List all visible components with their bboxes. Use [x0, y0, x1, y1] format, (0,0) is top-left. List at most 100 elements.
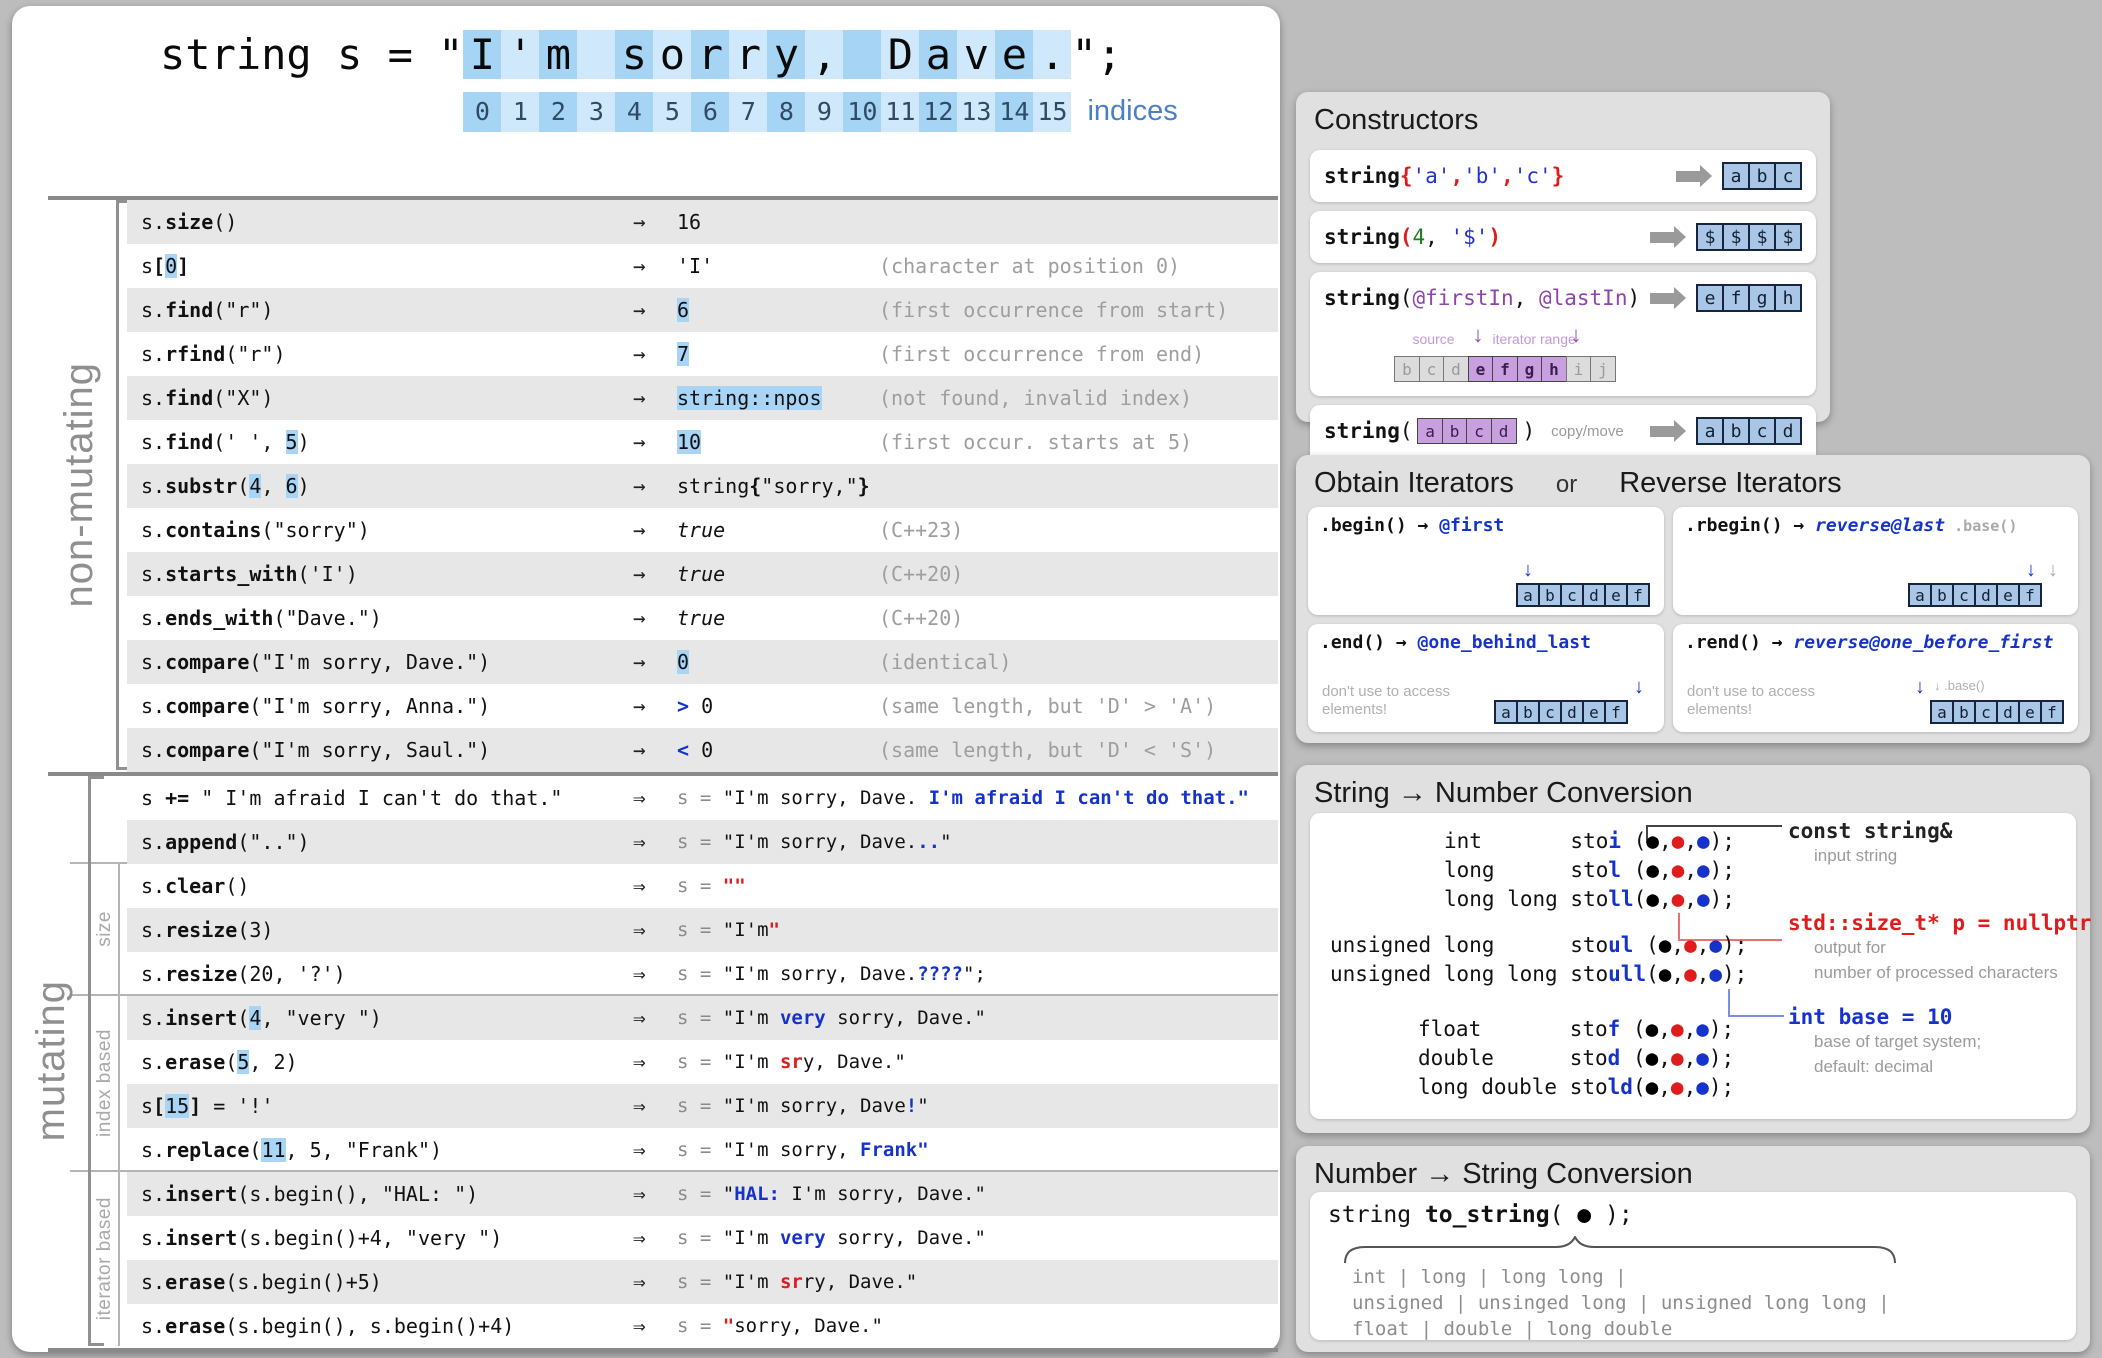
string-char: y	[767, 30, 805, 79]
index-cell: 14	[995, 92, 1033, 132]
returns-arrow-icon: →	[633, 606, 677, 630]
result-value: s = "sorry, Dave."	[677, 1315, 883, 1337]
result-value: s = "HAL: I'm sorry, Dave."	[677, 1183, 986, 1205]
table-row: s.insert(s.begin()+4, "very ")⇒s = "I'm …	[127, 1216, 1278, 1260]
code-token: I'm sorry, Dave."	[791, 1183, 985, 1205]
result-value: true	[677, 562, 879, 586]
outside-range-cell: j	[1590, 356, 1616, 382]
returns-arrow-icon: →	[633, 386, 677, 410]
code-token: ●	[1696, 1046, 1709, 1070]
array-cell: c	[1952, 583, 1976, 607]
constructor-row: string(4, '$') $$$$	[1310, 211, 1816, 263]
code-token: 10	[677, 430, 701, 454]
code-token: (3)	[237, 918, 273, 942]
conversion-function-line: long long stoll(●,●,●);	[1444, 885, 1735, 914]
table-row: s.find("r")→6(first occurrence from star…	[127, 288, 1278, 332]
code-token: →	[1783, 515, 1816, 536]
code-token: (	[237, 474, 249, 498]
code-token: →	[1761, 632, 1794, 653]
code-token: "I'm sorry,	[723, 1139, 860, 1161]
result-value: true	[677, 606, 879, 630]
code-token: substr	[165, 474, 237, 498]
spacing	[1621, 829, 1634, 853]
result-array-cells: $$$$	[1696, 223, 1802, 251]
expression-code: s.find("r")	[141, 298, 633, 322]
returns-arrow-icon: →	[633, 738, 677, 762]
becomes-arrow-icon: ⇒	[633, 1182, 677, 1206]
expression-code: s.resize(20, '?')	[141, 962, 633, 986]
pointer-arrow-slot	[1562, 676, 1584, 700]
code-token: ●	[1646, 1075, 1659, 1099]
code-token: sr	[780, 1271, 803, 1293]
expression-code: s.clear()	[141, 874, 633, 898]
code-token: erase	[165, 1314, 225, 1338]
code-token: ●	[1646, 1017, 1659, 1041]
array-cell: b	[1952, 700, 1976, 724]
index-cell: 11	[881, 92, 919, 132]
code-token: "I'm sorry, Dave	[723, 1095, 906, 1117]
size-group-label-wrap: size	[94, 864, 116, 994]
range-cell: e	[1468, 356, 1494, 382]
code-token: s.	[141, 962, 165, 986]
code-token: ,	[1658, 1046, 1671, 1070]
annotation-code: std::size_t* p = nullptr	[1788, 911, 2091, 935]
iterator-warning-note: don't use to access elements!	[1687, 683, 1837, 721]
constructors-panel: Constructors string{'a','b','c'}abcstrin…	[1296, 92, 1830, 422]
code-token: string	[1328, 1202, 1425, 1228]
code-token: sorry, Dave."	[826, 1007, 986, 1029]
constructor-expression: string(4, '$')	[1324, 225, 1642, 249]
string-char: r	[729, 30, 767, 79]
table-row: s.resize(3)⇒s = "I'm"	[127, 908, 1278, 952]
code-token: (s.begin(), "HAL: ")	[237, 1182, 478, 1206]
code-token: @one_behind_last	[1418, 632, 1591, 653]
expression-code: s.erase(s.begin(), s.begin()+4)	[141, 1314, 633, 1338]
last-iterator-arrow-icon: ↓	[1571, 322, 1582, 348]
code-token: ("sorry")	[261, 518, 369, 542]
produces-arrow-icon	[1650, 293, 1674, 304]
code-token: insert	[165, 1182, 237, 1206]
code-token: 16	[677, 210, 701, 234]
result-prefix: s =	[677, 1315, 723, 1337]
array-cell: e	[1582, 700, 1606, 724]
iterator-diagram: ↓abcdef∅	[1494, 676, 1650, 724]
result-value: s = "I'm sry, Dave."	[677, 1051, 906, 1073]
constructor-row-top: string(@firstIn, @lastIn)efgh	[1324, 278, 1802, 318]
code-token: insert	[165, 1226, 237, 1250]
result-comment: (first occur. starts at 5)	[879, 430, 1192, 454]
conversion-function-line: unsigned long stoul (●,●,●);	[1330, 931, 1747, 960]
table-row: s.contains("sorry")→true(C++23)	[127, 508, 1278, 552]
result-prefix: s =	[677, 1051, 723, 1073]
annotation-code: const string&	[1788, 819, 1952, 843]
string-char	[577, 30, 615, 79]
array-cell: e	[1696, 284, 1724, 312]
code-token: ●	[1709, 962, 1722, 986]
code-token: s.	[141, 1050, 165, 1074]
expression-code: s.insert(s.begin()+4, "very ")	[141, 1226, 633, 1250]
string-char: m	[539, 30, 577, 79]
string-char: o	[653, 30, 691, 79]
code-token: ,	[1684, 1046, 1697, 1070]
string-char: I	[463, 30, 501, 79]
code-token: 11	[261, 1138, 285, 1162]
string-char: a	[919, 30, 957, 79]
code-token: (' ',	[213, 430, 285, 454]
iterator-warning-note: don't use to access elements!	[1322, 683, 1472, 721]
pointer-arrow-slot	[1628, 559, 1650, 583]
code-token: Frank"	[860, 1139, 929, 1161]
code-token: );	[1591, 1202, 1633, 1228]
code-token: ●	[1709, 933, 1722, 957]
iterator-group-line	[118, 1172, 120, 1346]
code-token: "I'm	[723, 1227, 780, 1249]
code-token: 7	[677, 342, 689, 366]
code-token: s	[141, 786, 165, 810]
overload-types-line: int | long | long long |	[1352, 1264, 1890, 1290]
result-value: 0	[677, 650, 879, 674]
range-cell: f	[1492, 356, 1518, 382]
string-char: '	[501, 30, 539, 79]
number-to-string-card: string to_string( ● ); int | long | long…	[1310, 1192, 2076, 1340]
pointer-arrow-slot	[1584, 559, 1606, 583]
result-value: string{"sorry,"}	[677, 474, 879, 498]
array-cell: d	[1582, 583, 1606, 607]
iterator-card-rbegin: .rbegin() → reverse@last .base()↓↓abcdef…	[1673, 507, 2078, 615]
index-cell: 15	[1033, 92, 1071, 132]
